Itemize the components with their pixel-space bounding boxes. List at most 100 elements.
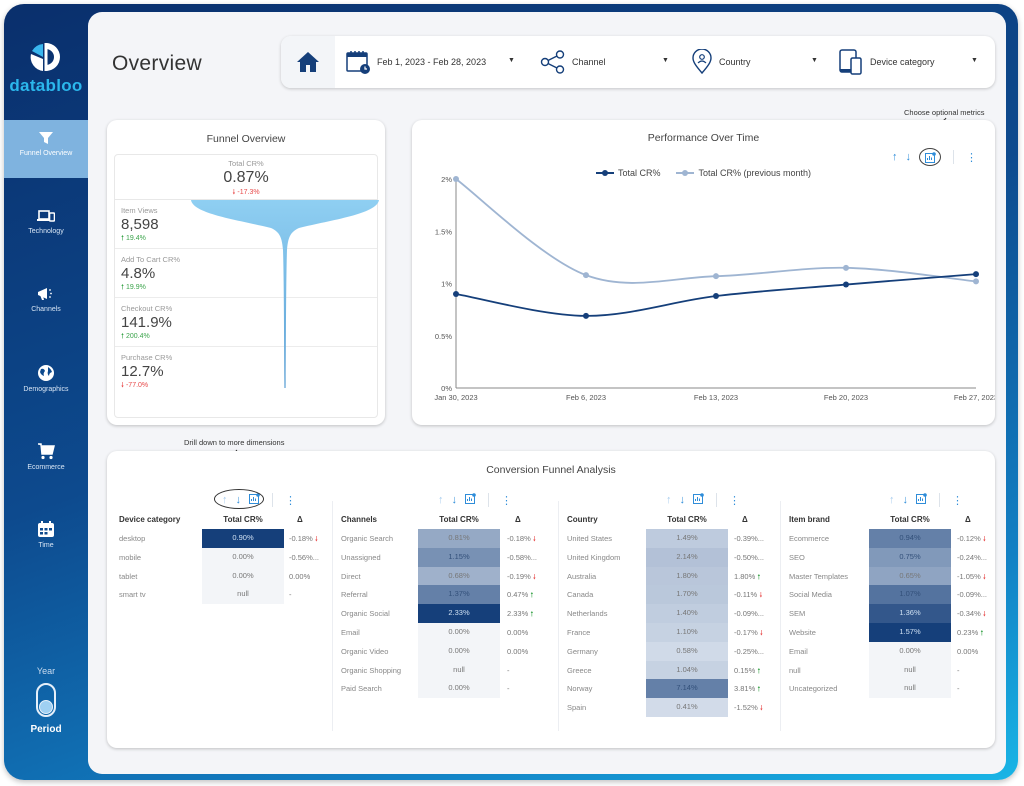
table-row[interactable]: Organic Social 2.33% 2.33% 🠕 <box>335 604 555 623</box>
databloo-logo-icon <box>30 43 60 71</box>
toolbar-divider <box>272 493 273 507</box>
sidebar-item-time[interactable]: Time <box>4 510 88 568</box>
table-row[interactable]: Email 0.00% 0.00% <box>783 641 995 661</box>
delta-header[interactable]: Δ <box>515 515 521 524</box>
filter-bar: Feb 1, 2023 - Feb 28, 2023 ▼ Channel ▼ C… <box>281 36 995 88</box>
dimension-header[interactable]: Country <box>567 515 598 524</box>
home-button[interactable] <box>281 36 335 88</box>
dimension-cell: mobile <box>119 552 142 562</box>
drill-up-icon[interactable]: ↑ <box>889 494 895 506</box>
table-row[interactable]: Ecommerce 0.94% -0.12% 🠗 <box>783 529 995 548</box>
table-row[interactable]: desktop 0.90% -0.18% 🠗 <box>113 529 329 548</box>
delta-cell: -0.34% 🠗 <box>957 609 986 619</box>
metric-label: Total CR% <box>228 159 264 168</box>
arrow-up-icon: 🠕 <box>530 592 534 600</box>
table-row[interactable]: Organic Search 0.81% -0.18% 🠗 <box>335 529 555 548</box>
table-row[interactable]: Unassigned 1.15% -0.58%... <box>335 547 555 567</box>
table-row[interactable]: Email 0.00% 0.00% <box>335 622 555 642</box>
country-caret-icon[interactable]: ▼ <box>811 57 818 64</box>
country-filter[interactable]: Country <box>691 36 751 88</box>
delta-cell: 0.47% 🠕 <box>507 590 534 600</box>
table-row[interactable]: Master Templates 0.65% -1.05% 🠗 <box>783 566 995 586</box>
delta-header[interactable]: Δ <box>965 515 971 524</box>
optional-metrics-icon[interactable] <box>465 493 476 507</box>
sidebar-item-ecommerce[interactable]: Ecommerce <box>4 432 88 490</box>
table-row[interactable]: Australia 1.80% 1.80% 🠕 <box>561 566 781 586</box>
drill-down-icon[interactable]: ↓ <box>680 494 686 506</box>
dimension-cell: Unassigned <box>341 552 381 562</box>
metric-cell: 0.58% <box>646 641 728 661</box>
metric-header[interactable]: Total CR% <box>418 515 500 524</box>
table-row[interactable]: tablet 0.00% 0.00% <box>113 566 329 586</box>
table-row[interactable]: Direct 0.68% -0.19% 🠗 <box>335 566 555 586</box>
toggle-knob <box>39 700 53 714</box>
table-row[interactable]: Spain 0.41% -1.52% 🠗 <box>561 698 781 717</box>
table-row[interactable]: Norway 7.14% 3.81% 🠕 <box>561 679 781 699</box>
dimension-cell: desktop <box>119 534 146 543</box>
sidebar-item-technology[interactable]: Technology <box>4 198 88 256</box>
table-toolbar: ↑ ↓ ⋮ <box>889 493 963 507</box>
table-row[interactable]: Canada 1.70% -0.11% 🠗 <box>561 585 781 605</box>
delta-header[interactable]: Δ <box>297 515 303 524</box>
metric-header[interactable]: Total CR% <box>646 515 728 524</box>
period-toggle[interactable] <box>36 683 56 717</box>
optional-metrics-icon[interactable] <box>693 493 704 507</box>
drill-up-icon[interactable]: ↑ <box>666 494 672 506</box>
drill-down-icon[interactable]: ↓ <box>903 494 909 506</box>
channel-filter[interactable]: Channel <box>540 36 606 88</box>
period-option[interactable]: Period <box>4 724 88 735</box>
date-range-filter[interactable]: Feb 1, 2023 - Feb 28, 2023 <box>345 36 486 88</box>
metric-header[interactable]: Total CR% <box>202 515 284 524</box>
location-pin-icon <box>692 49 712 75</box>
dimension-header[interactable]: Channels <box>341 515 377 524</box>
more-options-icon[interactable]: ⋮ <box>501 494 512 507</box>
more-options-icon[interactable]: ⋮ <box>729 494 740 507</box>
table-row[interactable]: Website 1.57% 0.23% 🠕 <box>783 622 995 642</box>
table-row[interactable]: Uncategorized null - <box>783 679 995 699</box>
arrow-down-icon: 🠗 <box>982 536 986 543</box>
delta-header[interactable]: Δ <box>742 515 748 524</box>
table-row[interactable]: null null - <box>783 660 995 680</box>
table-row[interactable]: Germany 0.58% -0.25%... <box>561 641 781 661</box>
dimension-header[interactable]: Device category <box>119 515 180 524</box>
table-row[interactable]: Greece 1.04% 0.15% 🠕 <box>561 660 781 680</box>
table-row[interactable]: United Kingdom 2.14% -0.50%... <box>561 547 781 567</box>
channel-filter-label: Channel <box>572 57 606 67</box>
table-row[interactable]: smart tv null - <box>113 585 329 605</box>
table-row[interactable]: Organic Video 0.00% 0.00% <box>335 641 555 661</box>
more-options-icon[interactable]: ⋮ <box>952 494 963 507</box>
device-category-filter[interactable]: Device category <box>838 36 935 88</box>
sidebar-item-funnel-overview[interactable]: Funnel Overview <box>4 120 88 178</box>
delta-cell: -0.11% 🠗 <box>734 590 763 600</box>
channel-caret-icon[interactable]: ▼ <box>662 57 669 64</box>
metric-header[interactable]: Total CR% <box>869 515 951 524</box>
year-option[interactable]: Year <box>4 666 88 676</box>
table-row[interactable]: France 1.10% -0.17% 🠗 <box>561 622 781 642</box>
date-range-caret-icon[interactable]: ▼ <box>508 57 515 64</box>
dimension-header[interactable]: Item brand <box>789 515 830 524</box>
sidebar-item-channels[interactable]: Channels <box>4 276 88 334</box>
toolbar-divider <box>488 493 489 507</box>
more-options-icon[interactable]: ⋮ <box>285 494 296 507</box>
dimension-cell: Norway <box>567 684 593 694</box>
optional-metrics-icon[interactable] <box>916 493 927 507</box>
table-toolbar: ↑ ↓ ⋮ <box>666 493 740 507</box>
drill-down-icon[interactable]: ↓ <box>452 494 458 506</box>
table-row[interactable]: mobile 0.00% -0.56%... <box>113 547 329 567</box>
table-row[interactable]: Organic Shopping null - <box>335 660 555 680</box>
sidebar-item-demographics[interactable]: Demographics <box>4 354 88 412</box>
table-row[interactable]: SEO 0.75% -0.24%... <box>783 547 995 567</box>
table-row[interactable]: Paid Search 0.00% - <box>335 679 555 699</box>
table-row[interactable]: SEM 1.36% -0.34% 🠗 <box>783 604 995 623</box>
data-point-previous <box>973 278 979 285</box>
dimension-cell: smart tv <box>119 590 146 600</box>
table-row[interactable]: Netherlands 1.40% -0.09%... <box>561 604 781 623</box>
delta-cell: 0.15% 🠕 <box>734 665 761 675</box>
table-row[interactable]: Social Media 1.07% -0.09%... <box>783 585 995 605</box>
delta-cell: -1.52% 🠗 <box>734 703 763 713</box>
table-row[interactable]: Referral 1.37% 0.47% 🠕 <box>335 585 555 605</box>
table-row[interactable]: United States 1.49% -0.39%... <box>561 529 781 548</box>
metric-value: 0.87% <box>223 169 269 186</box>
drill-up-icon[interactable]: ↑ <box>438 494 444 506</box>
device-category-caret-icon[interactable]: ▼ <box>971 57 978 64</box>
